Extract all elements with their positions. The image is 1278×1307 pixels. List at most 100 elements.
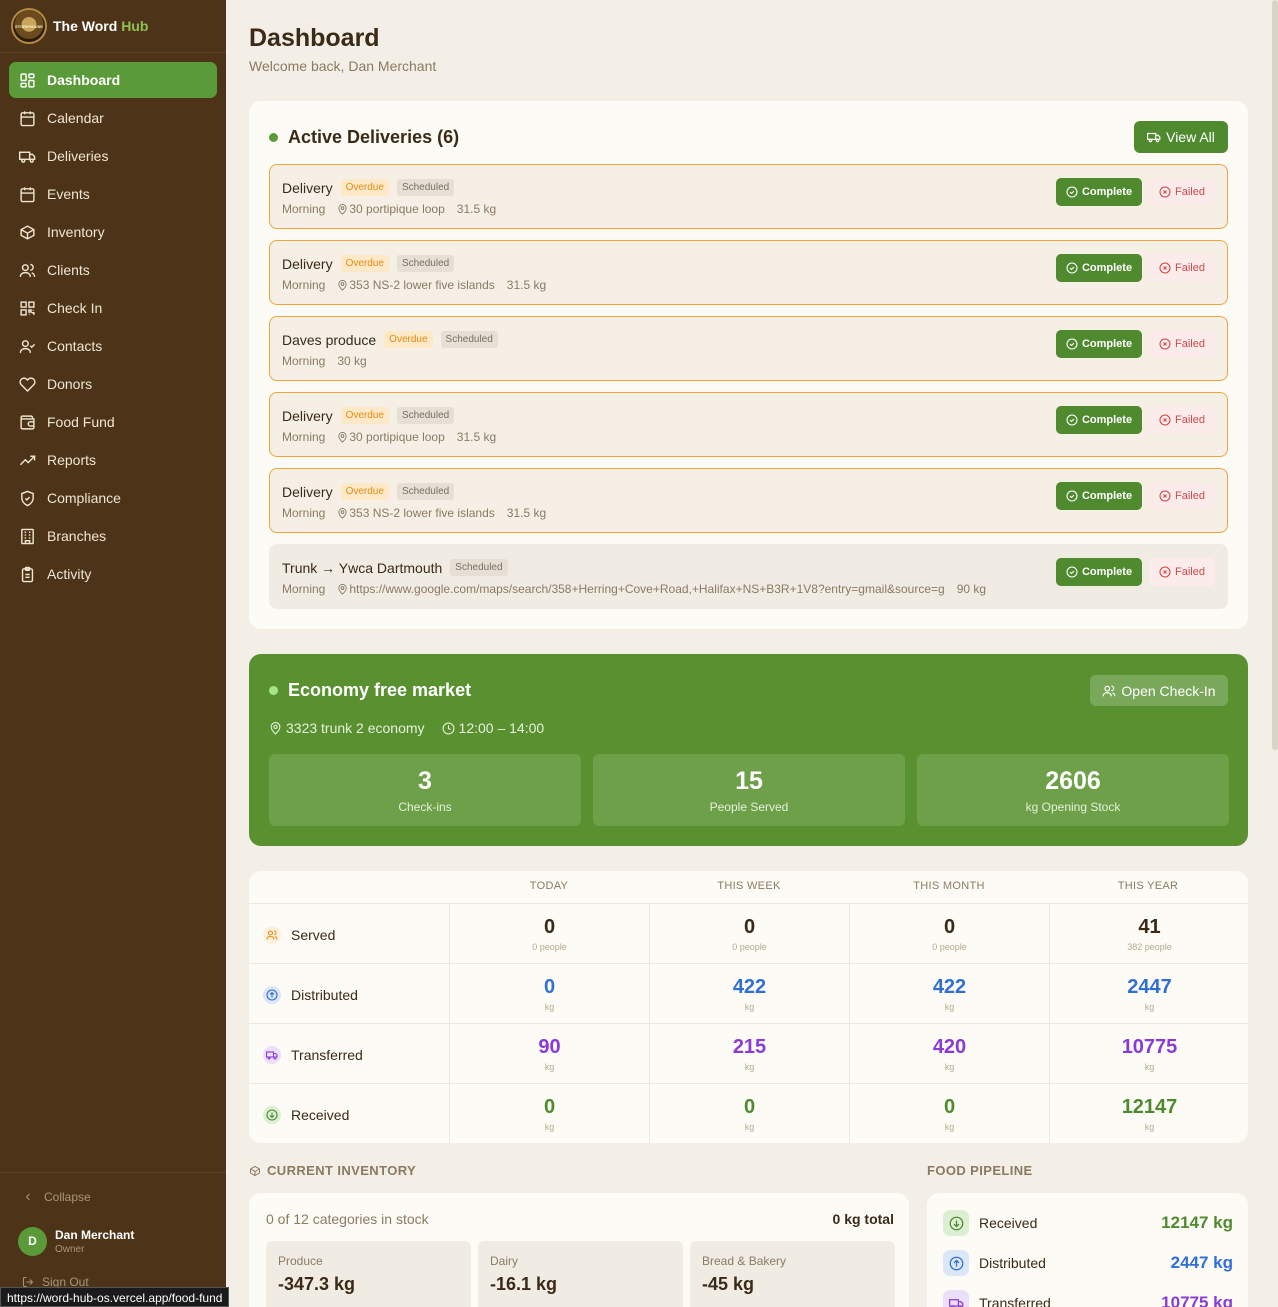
complete-button[interactable]: Complete <box>1056 558 1142 586</box>
collapse-label: Collapse <box>44 1190 91 1204</box>
sidebar-item-check-in[interactable]: Check In <box>9 290 217 326</box>
map-pin-icon <box>338 583 347 595</box>
category-name: Bread & Bakery <box>702 1254 787 1268</box>
delivery-row[interactable]: Daves produce Overdue Scheduled Morning 30 k… <box>269 316 1228 381</box>
table-cell: 422 kg <box>849 964 1049 1024</box>
cell-value: 0 <box>743 1096 756 1118</box>
sidebar-item-inventory[interactable]: Inventory <box>9 214 217 250</box>
sidebar-item-dashboard[interactable]: Dashboard <box>9 62 217 98</box>
sidebar-item-food-fund[interactable]: Food Fund <box>9 404 217 440</box>
delivery-address: 353 NS-2 lower five islands <box>349 506 495 520</box>
failed-button[interactable]: Failed <box>1149 558 1215 586</box>
delivery-title-line: Delivery Overdue Scheduled <box>282 179 455 196</box>
delivery-row[interactable]: Trunk → Ywca Dartmouth Scheduled Morning ht… <box>269 544 1228 609</box>
row-label: Distributed <box>263 986 358 1004</box>
calendar-icon <box>20 186 35 202</box>
market-stat-people-served: 15 People Served <box>593 754 905 826</box>
failed-button[interactable]: Failed <box>1149 406 1215 434</box>
delivery-row[interactable]: Delivery Overdue Scheduled Morning 30 portip… <box>269 164 1228 229</box>
inventory-stock-count: 0 of 12 categories in stock <box>266 1211 429 1227</box>
sidebar-footer: Collapse D Dan Merchant Owner <box>0 1172 226 1261</box>
delivery-details: Morning 353 NS-2 lower five islands 31.5 k… <box>282 278 546 292</box>
user-profile[interactable]: D Dan Merchant Owner <box>0 1221 226 1261</box>
complete-button[interactable]: Complete <box>1056 406 1142 434</box>
sidebar-item-branches[interactable]: Branches <box>9 518 217 554</box>
scrollbar[interactable] <box>1272 0 1278 750</box>
sidebar-item-events[interactable]: Events <box>9 176 217 212</box>
sidebar-item-label: Activity <box>47 566 92 582</box>
delivery-row[interactable]: Delivery Overdue Scheduled Morning 30 portip… <box>269 392 1228 457</box>
pipeline-section-title: FOOD PIPELINE <box>927 1163 1033 1178</box>
sidebar-item-label: Events <box>47 186 90 202</box>
sidebar-item-compliance[interactable]: Compliance <box>9 480 217 516</box>
clock-icon <box>442 722 454 734</box>
complete-button[interactable]: Complete <box>1056 330 1142 358</box>
x-circle-icon <box>1159 262 1171 274</box>
delivery-address: 30 portipique loop <box>349 202 445 216</box>
delivery-row[interactable]: Delivery Overdue Scheduled Morning 353 NS-2 … <box>269 468 1228 533</box>
sidebar: STOREHOUSE The Word Hub Dashboard Calend… <box>0 0 226 1307</box>
arrow-up-circle-icon <box>263 986 281 1004</box>
overdue-badge: Overdue <box>384 331 433 348</box>
complete-button[interactable]: Complete <box>1056 254 1142 282</box>
sidebar-item-clients[interactable]: Clients <box>9 252 217 288</box>
pipeline-label: Transferred <box>979 1295 1051 1307</box>
table-cell: 0 0 people <box>849 904 1049 964</box>
complete-button[interactable]: Complete <box>1056 482 1142 510</box>
category-name: Produce <box>278 1254 323 1268</box>
status-badge: Scheduled <box>396 407 455 424</box>
users-icon <box>1102 684 1116 696</box>
sidebar-item-calendar[interactable]: Calendar <box>9 100 217 136</box>
failed-button[interactable]: Failed <box>1149 330 1215 358</box>
complete-button[interactable]: Complete <box>1056 178 1142 206</box>
table-row: Distributed 0 kg 422 kg 422 kg 2447 kg <box>249 963 1248 1024</box>
overdue-badge: Overdue <box>340 407 389 424</box>
shield-icon <box>21 490 34 506</box>
sidebar-item-donors[interactable]: Donors <box>9 366 217 402</box>
delivery-name: Daves produce <box>282 331 377 348</box>
welcome-text: Welcome back, Dan Merchant <box>249 58 437 74</box>
open-check-in-button[interactable]: Open Check-In <box>1090 675 1228 706</box>
stat-value: 3 <box>418 767 432 795</box>
failed-button[interactable]: Failed <box>1149 178 1215 206</box>
sidebar-item-reports[interactable]: Reports <box>9 442 217 478</box>
collapse-button[interactable]: Collapse <box>0 1173 226 1221</box>
qr-icon <box>20 300 35 316</box>
cell-unit: kg <box>544 1062 555 1072</box>
check-circle-icon <box>1066 338 1078 350</box>
pipeline-value: 12147 kg <box>1161 1213 1233 1232</box>
sidebar-item-deliveries[interactable]: Deliveries <box>9 138 217 174</box>
user-name: Dan Merchant <box>55 1227 135 1242</box>
delivery-address: 30 portipique loop <box>349 430 445 444</box>
truck-icon <box>19 151 36 163</box>
complete-label: Complete <box>1081 566 1133 578</box>
failed-button[interactable]: Failed <box>1149 254 1215 282</box>
failed-button[interactable]: Failed <box>1149 482 1215 510</box>
table-cell: 0 0 people <box>649 904 849 964</box>
table-cell: 12147 kg <box>1049 1084 1249 1144</box>
delivery-details: Morning 30 portipique loop 31.5 kg <box>282 202 496 216</box>
table-cell: 420 kg <box>849 1024 1049 1084</box>
brand[interactable]: STOREHOUSE The Word Hub <box>0 0 226 53</box>
market-time: 12:00 – 14:00 <box>458 720 545 736</box>
inventory-total: 0 kg total <box>832 1211 894 1227</box>
cell-value: 2447 <box>1127 976 1172 998</box>
inventory-category[interactable]: Bread & Bakery -45 kg <box>690 1241 895 1307</box>
sidebar-item-label: Donors <box>47 376 93 392</box>
complete-label: Complete <box>1081 414 1133 426</box>
inventory-category[interactable]: Produce -347.3 kg <box>266 1241 471 1307</box>
column-header: THIS MONTH <box>913 880 985 892</box>
cell-unit: kg <box>944 1062 955 1072</box>
sidebar-item-activity[interactable]: Activity <box>9 556 217 592</box>
table-cell: 0 0 people <box>449 904 649 964</box>
sidebar-item-label: Compliance <box>47 490 121 506</box>
inventory-section-title: CURRENT INVENTORY <box>249 1163 416 1178</box>
view-all-button[interactable]: View All <box>1134 121 1228 153</box>
cell-unit: kg <box>544 1122 555 1132</box>
check-circle-icon <box>1066 566 1078 578</box>
delivery-row[interactable]: Delivery Overdue Scheduled Morning 353 NS-2 … <box>269 240 1228 305</box>
cell-unit: kg <box>1144 1062 1155 1072</box>
inventory-category[interactable]: Dairy -16.1 kg <box>478 1241 683 1307</box>
sidebar-item-contacts[interactable]: Contacts <box>9 328 217 364</box>
cell-value: 0 <box>743 916 756 938</box>
